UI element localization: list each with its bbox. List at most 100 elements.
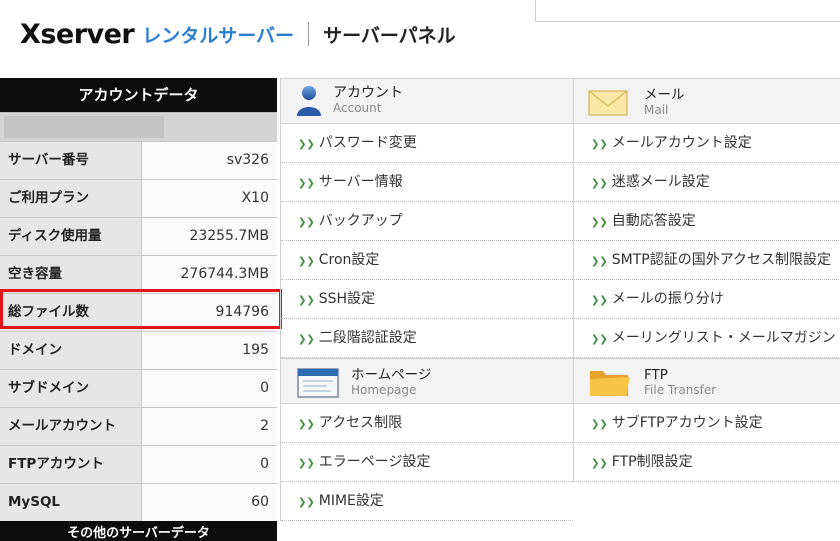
- account-row-label: ご利用プラン: [0, 180, 142, 217]
- double-chevron-icon: ❯❯: [298, 497, 315, 508]
- menu-link-label: サーバー情報: [318, 174, 403, 190]
- section-subtitle: Mail: [644, 103, 669, 117]
- menu-link-label: サブFTPアカウント設定: [611, 415, 763, 431]
- account-row-value: 276744.3MB: [142, 256, 277, 293]
- menu-column-right: メール Mail ❯❯ メールアカウント設定 ❯❯ 迷惑メール設定 ❯❯ 自動応答設定…: [573, 78, 840, 482]
- menu-link-cron[interactable]: ❯❯ Cron設定: [281, 241, 573, 280]
- menu-link-label: 二段階認証設定: [318, 330, 417, 346]
- menu-link-autoreply[interactable]: ❯❯ 自動応答設定: [574, 202, 840, 241]
- menu-link-ftp-restriction[interactable]: ❯❯ FTP制限設定: [574, 443, 840, 482]
- menu-link-label: SSH設定: [318, 291, 376, 307]
- logo[interactable]: Xserver レンタルサーバー サーバーパネル: [20, 14, 456, 54]
- menu-link-sub-ftp-account[interactable]: ❯❯ サブFTPアカウント設定: [574, 404, 840, 443]
- menu-link-smtp-restriction[interactable]: ❯❯ SMTP認証の国外アクセス制限設定: [574, 241, 840, 280]
- menu-link-access-restriction[interactable]: ❯❯ アクセス制限: [281, 404, 573, 443]
- menu-link-password-change[interactable]: ❯❯ パスワード変更: [281, 124, 573, 163]
- menu-link-mailing-list[interactable]: ❯❯ メーリングリスト・メールマガジン: [574, 319, 840, 358]
- account-row-domain: ドメイン 195: [0, 331, 277, 369]
- menu-link-label: MIME設定: [318, 493, 384, 509]
- section-header-ftp: FTP File Transfer: [574, 358, 840, 404]
- menu-link-label: バックアップ: [318, 213, 403, 229]
- menu-link-mail-account[interactable]: ❯❯ メールアカウント設定: [574, 124, 840, 163]
- total-files-highlight-box: [0, 289, 282, 329]
- menu-link-mime[interactable]: ❯❯ MIME設定: [281, 482, 573, 521]
- user-icon: [295, 85, 323, 121]
- logo-brand: Xserver: [20, 18, 135, 50]
- menu-link-label: パスワード変更: [318, 135, 417, 151]
- double-chevron-icon: ❯❯: [591, 295, 608, 306]
- account-row-value: 0: [142, 446, 277, 483]
- double-chevron-icon: ❯❯: [298, 139, 315, 150]
- folder-icon: [588, 365, 632, 403]
- logo-divider: [308, 22, 310, 46]
- menu-link-label: エラーページ設定: [318, 454, 431, 470]
- double-chevron-icon: ❯❯: [591, 178, 608, 189]
- search-box[interactable]: [535, 0, 840, 22]
- double-chevron-icon: ❯❯: [298, 419, 315, 430]
- account-row-label: サーバー番号: [0, 142, 142, 179]
- account-row-mail-accounts: メールアカウント 2: [0, 407, 277, 445]
- account-row-server-number: サーバー番号 sv326: [0, 141, 277, 179]
- menu-link-label: 迷惑メール設定: [611, 174, 710, 190]
- menu-link-two-factor[interactable]: ❯❯ 二段階認証設定: [281, 319, 573, 358]
- account-row-label: メールアカウント: [0, 408, 142, 445]
- account-data-header: アカウントデータ: [0, 78, 277, 112]
- menu-link-label: メーリングリスト・メールマガジン: [611, 330, 836, 346]
- section-title: メール: [644, 87, 685, 103]
- account-row-label: FTPアカウント: [0, 446, 142, 483]
- account-name-row: [0, 112, 277, 141]
- section-subtitle: File Transfer: [644, 383, 717, 397]
- menu-link-error-page[interactable]: ❯❯ エラーページ設定: [281, 443, 573, 482]
- account-row-value: 0: [142, 370, 277, 407]
- account-row-mysql: MySQL 60: [0, 483, 277, 521]
- menu-link-label: Cron設定: [318, 252, 380, 268]
- menu-link-label: アクセス制限: [318, 415, 403, 431]
- section-title: アカウント: [333, 85, 403, 101]
- menu-column-left: アカウント Account ❯❯ パスワード変更 ❯❯ サーバー情報 ❯❯ バックアッ…: [280, 78, 573, 521]
- double-chevron-icon: ❯❯: [591, 458, 608, 469]
- double-chevron-icon: ❯❯: [591, 419, 608, 430]
- section-header-mail: メール Mail: [574, 78, 840, 124]
- double-chevron-icon: ❯❯: [298, 295, 315, 306]
- menu-link-label: FTP制限設定: [611, 454, 693, 470]
- account-row-value: X10: [142, 180, 277, 217]
- double-chevron-icon: ❯❯: [298, 178, 315, 189]
- account-row-label: MySQL: [0, 484, 142, 521]
- menu-link-label: SMTP認証の国外アクセス制限設定: [611, 252, 832, 268]
- account-row-plan: ご利用プラン X10: [0, 179, 277, 217]
- double-chevron-icon: ❯❯: [298, 256, 315, 267]
- menu-link-label: メールアカウント設定: [611, 135, 752, 151]
- account-row-value: 23255.7MB: [142, 218, 277, 255]
- account-row-disk-usage: ディスク使用量 23255.7MB: [0, 217, 277, 255]
- section-subtitle: Homepage: [351, 383, 417, 397]
- account-row-value: 2: [142, 408, 277, 445]
- account-name-redacted: [4, 116, 164, 138]
- envelope-icon: [588, 89, 630, 121]
- account-row-ftp-accounts: FTPアカウント 0: [0, 445, 277, 483]
- menu-link-mail-filter[interactable]: ❯❯ メールの振り分け: [574, 280, 840, 319]
- menu-link-spam[interactable]: ❯❯ 迷惑メール設定: [574, 163, 840, 202]
- account-row-subdomain: サブドメイン 0: [0, 369, 277, 407]
- logo-product: レンタルサーバー: [142, 24, 295, 47]
- account-row-label: 空き容量: [0, 256, 142, 293]
- double-chevron-icon: ❯❯: [591, 334, 608, 345]
- browser-window-icon: [297, 367, 341, 403]
- section-subtitle: Account: [333, 101, 382, 115]
- double-chevron-icon: ❯❯: [298, 217, 315, 228]
- account-row-free-space: 空き容量 276744.3MB: [0, 255, 277, 293]
- double-chevron-icon: ❯❯: [298, 334, 315, 345]
- menu-link-backup[interactable]: ❯❯ バックアップ: [281, 202, 573, 241]
- menu-link-label: メールの振り分け: [611, 291, 724, 307]
- section-header-homepage: ホームページ Homepage: [281, 358, 573, 404]
- account-row-value: 195: [142, 332, 277, 369]
- other-server-data-header: その他のサーバーデータ: [0, 521, 277, 541]
- double-chevron-icon: ❯❯: [591, 256, 608, 267]
- account-row-value: sv326: [142, 142, 277, 179]
- section-title: ホームページ: [351, 367, 432, 383]
- account-row-label: サブドメイン: [0, 370, 142, 407]
- account-row-value: 60: [142, 484, 277, 521]
- double-chevron-icon: ❯❯: [591, 139, 608, 150]
- menu-link-ssh[interactable]: ❯❯ SSH設定: [281, 280, 573, 319]
- menu-link-server-info[interactable]: ❯❯ サーバー情報: [281, 163, 573, 202]
- account-row-label: ドメイン: [0, 332, 142, 369]
